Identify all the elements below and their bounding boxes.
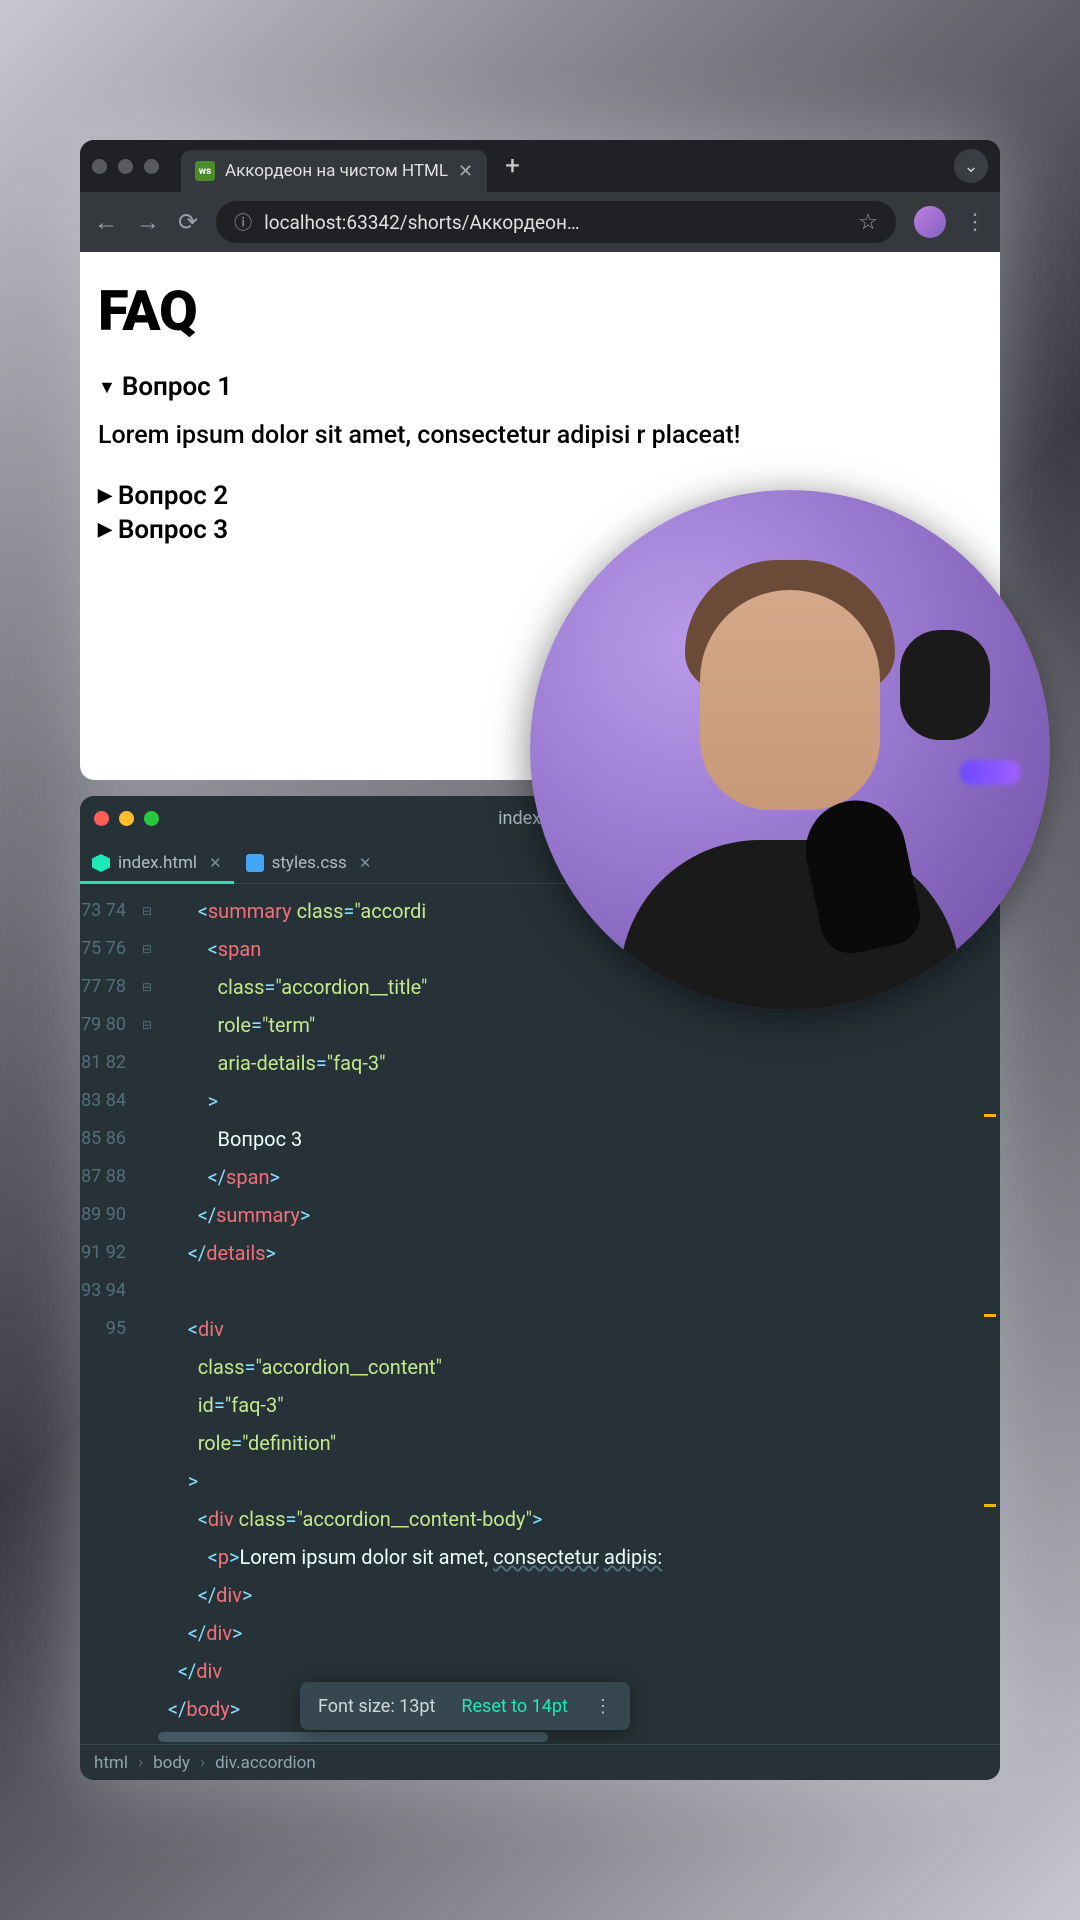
maximize-light[interactable] (144, 159, 159, 174)
video-frame: ws Аккордеон на чистом HTML ✕ + ⌄ ← → ⟳ … (80, 140, 1000, 1780)
fold-gutter[interactable]: ⊟ ⊟ ⊟ ⊟ (136, 884, 158, 1736)
separator-icon: › (200, 1753, 205, 1773)
editor-marker (984, 1114, 996, 1117)
site-info-icon[interactable]: ⓘ (234, 209, 252, 235)
code-editor[interactable]: 73 74 75 76 77 78 79 80 81 82 83 84 85 8… (80, 884, 1000, 1736)
browser-tabbar: ws Аккордеон на чистом HTML ✕ + ⌄ (80, 140, 1000, 192)
ide-tab-styles-css[interactable]: styles.css ✕ (234, 843, 384, 883)
breadcrumb[interactable]: html › body › div.accordion (80, 1744, 1000, 1780)
faq-answer-1: Lorem ipsum dolor sit amet, consectetur … (98, 420, 982, 453)
url-text: localhost:63342/shorts/Аккордеон… (264, 211, 580, 234)
back-icon[interactable]: ← (94, 208, 118, 237)
disclosure-closed-icon: ▶ (98, 485, 112, 506)
headphones-icon (900, 630, 990, 740)
new-tab-button[interactable]: + (505, 151, 520, 181)
css-file-icon (246, 854, 264, 872)
reload-icon[interactable]: ⟳ (178, 208, 198, 236)
close-tab-icon[interactable]: ✕ (359, 854, 372, 872)
editor-marker (984, 1314, 996, 1317)
separator-icon: › (138, 1753, 143, 1773)
webstorm-favicon: ws (195, 161, 215, 181)
maximize-light[interactable] (144, 811, 159, 826)
toast-more-icon[interactable]: ⋮ (594, 1696, 612, 1717)
crumb-div[interactable]: div.accordion (215, 1753, 316, 1773)
faq-heading: FAQ (98, 278, 982, 344)
font-size-toast: Font size: 13pt Reset to 14pt ⋮ (300, 1682, 630, 1730)
minimize-light[interactable] (119, 811, 134, 826)
browser-tab-active[interactable]: ws Аккордеон на чистом HTML ✕ (181, 150, 487, 192)
macos-traffic-lights (94, 811, 159, 826)
browser-more-icon[interactable]: ⋮ (964, 210, 986, 235)
close-tab-icon[interactable]: ✕ (209, 854, 222, 872)
tab-title: Аккордеон на чистом HTML (225, 161, 448, 181)
presenter-webcam (530, 490, 1050, 1010)
minimize-light[interactable] (118, 159, 133, 174)
tabs-dropdown-button[interactable]: ⌄ (954, 149, 988, 183)
editor-marker (984, 1504, 996, 1507)
profile-avatar[interactable] (914, 206, 946, 238)
disclosure-open-icon: ▼ (98, 377, 116, 398)
crumb-html[interactable]: html (94, 1753, 128, 1773)
code-area[interactable]: <summary class="accordi <span class="acc… (158, 884, 1000, 1736)
ide-tab-index-html[interactable]: index.html ✕ (80, 843, 234, 883)
font-size-label: Font size: 13pt (318, 1696, 435, 1717)
close-light[interactable] (92, 159, 107, 174)
crumb-body[interactable]: body (153, 1753, 190, 1773)
close-light[interactable] (94, 811, 109, 826)
close-tab-icon[interactable]: ✕ (458, 161, 473, 182)
bookmark-star-icon[interactable]: ☆ (858, 210, 878, 235)
browser-toolbar: ← → ⟳ ⓘ localhost:63342/shorts/Аккордеон… (80, 192, 1000, 252)
forward-icon[interactable]: → (136, 208, 160, 237)
html-file-icon (92, 854, 110, 872)
faq-question-1[interactable]: ▼Вопрос 1 (98, 372, 982, 402)
macos-traffic-lights (92, 159, 159, 174)
horizontal-scrollbar[interactable] (158, 1732, 548, 1742)
address-bar[interactable]: ⓘ localhost:63342/shorts/Аккордеон… ☆ (216, 201, 896, 243)
reset-font-button[interactable]: Reset to 14pt (461, 1696, 568, 1717)
line-gutter: 73 74 75 76 77 78 79 80 81 82 83 84 85 8… (80, 884, 136, 1736)
disclosure-closed-icon: ▶ (98, 519, 112, 540)
